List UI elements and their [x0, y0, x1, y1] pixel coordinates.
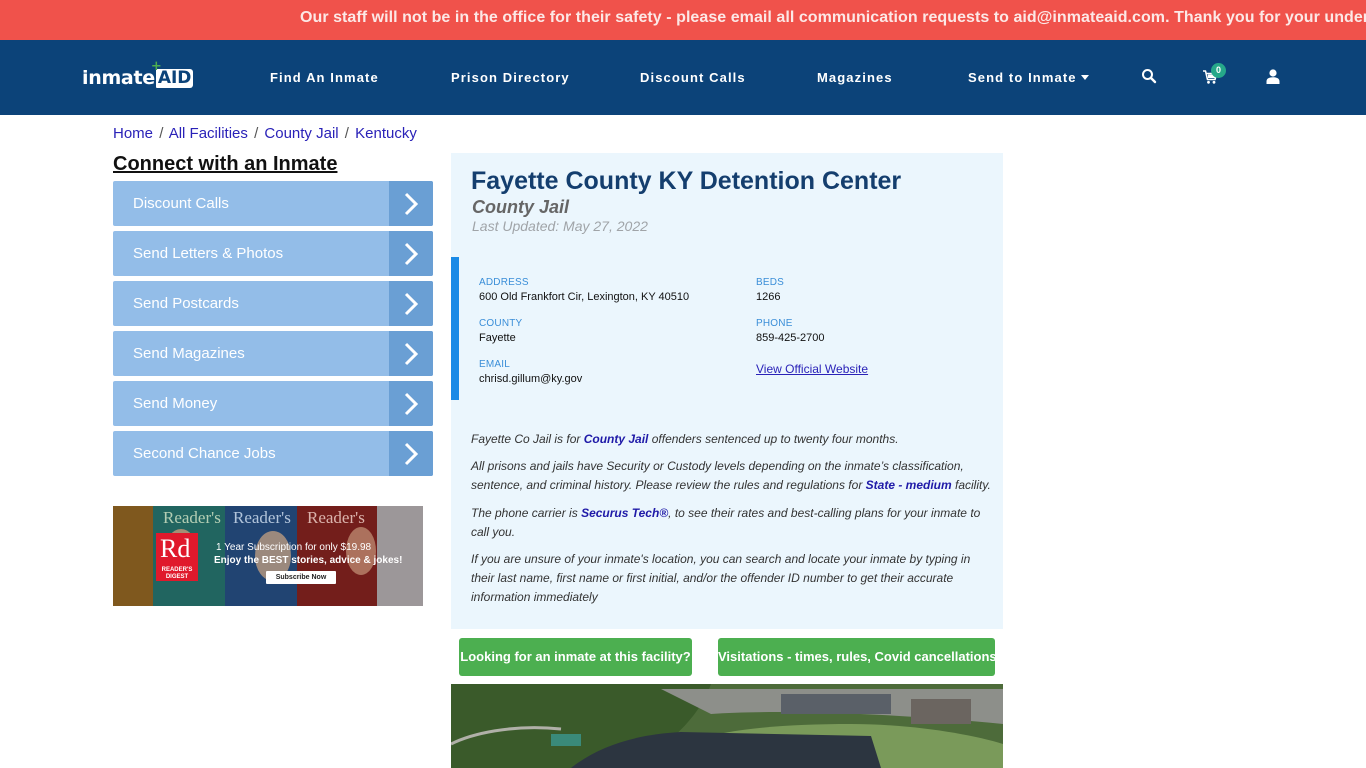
logo[interactable]: inmate + AID [82, 58, 194, 90]
ad-cover-title: Reader's [233, 508, 291, 527]
facility-aerial-photo [451, 684, 1003, 768]
logo-plus-icon: + [150, 58, 162, 74]
ad-subscribe-button[interactable]: Subscribe Now [266, 571, 336, 584]
breadcrumb-county-jail[interactable]: County Jail [264, 125, 338, 142]
chevron-right-icon [389, 281, 433, 326]
description-paragraph: Fayette Co Jail is for County Jail offen… [471, 432, 899, 446]
chevron-right-icon [389, 431, 433, 476]
sidebar-item-label: Discount Calls [133, 195, 229, 212]
sidebar-item-send-postcards[interactable]: Send Postcards [113, 281, 433, 326]
nav-send-to-inmate[interactable]: Send to Inmate [968, 70, 1089, 85]
description-paragraph: All prisons and jails have Security or C… [471, 459, 991, 492]
sidebar-item-second-chance-jobs[interactable]: Second Chance Jobs [113, 431, 433, 476]
email-label: EMAIL [479, 359, 511, 370]
cart-count-badge: 0 [1211, 63, 1226, 78]
breadcrumb-separator: / [159, 125, 164, 142]
connect-heading: Connect with an Inmate [113, 153, 338, 175]
chevron-right-icon [389, 231, 433, 276]
breadcrumb-separator: / [344, 125, 349, 142]
caret-down-icon [1080, 75, 1089, 81]
address-label: ADDRESS [479, 277, 529, 288]
search-icon[interactable] [1141, 68, 1159, 86]
logo-text-aid: + AID [150, 58, 194, 88]
nav-find-an-inmate[interactable]: Find An Inmate [270, 70, 379, 85]
user-icon[interactable] [1266, 69, 1284, 87]
facility-type: County Jail [472, 197, 570, 217]
ad-headline: 1 Year Subscription for only $19.98 [216, 542, 372, 553]
sidebar-item-label: Send Letters & Photos [133, 245, 284, 262]
security-level-link[interactable]: State - medium [866, 478, 952, 492]
nav-prison-directory[interactable]: Prison Directory [451, 70, 570, 85]
nav-discount-calls[interactable]: Discount Calls [640, 70, 746, 85]
beds-value: 1266 [756, 291, 781, 303]
address-value: 600 Old Frankfort Cir, Lexington, KY 405… [479, 291, 690, 303]
logo-text-inmate: inmate [82, 67, 155, 89]
breadcrumb-kentucky[interactable]: Kentucky [355, 125, 417, 142]
county-jail-link[interactable]: County Jail [584, 432, 649, 446]
sidebar-item-send-money[interactable]: Send Money [113, 381, 433, 426]
sidebar-item-send-magazines[interactable]: Send Magazines [113, 331, 433, 376]
facility-title: Fayette County KY Detention Center [471, 167, 902, 195]
sidebar-item-send-letters-photos[interactable]: Send Letters & Photos [113, 231, 433, 276]
sidebar-item-discount-calls[interactable]: Discount Calls [113, 181, 433, 226]
facility-card: Fayette County KY Detention Center Count… [451, 153, 1003, 629]
breadcrumb-separator: / [254, 125, 259, 142]
description-paragraph: If you are unsure of your inmate's locat… [471, 552, 971, 604]
ad-brand-logo: Rd [160, 534, 191, 563]
breadcrumb-home[interactable]: Home [113, 125, 153, 142]
phone-value: 859-425-2700 [756, 332, 825, 344]
breadcrumb: Home / All Facilities / County Jail / Ke… [113, 125, 417, 142]
email-value: chrisd.gillum@ky.gov [479, 373, 583, 385]
county-value: Fayette [479, 332, 516, 344]
chevron-right-icon [389, 381, 433, 426]
chevron-right-icon [389, 181, 433, 226]
phone-carrier-link[interactable]: Securus Tech® [581, 506, 668, 520]
readers-digest-ad[interactable]: Reader's Reader's Reader's Rd READER'S D… [113, 506, 423, 606]
official-website-link[interactable]: View Official Website [756, 362, 868, 376]
county-label: COUNTY [479, 318, 523, 329]
alert-message: Our staff will not be in the office for … [300, 9, 1366, 26]
ad-brand-name: READER'S DIGEST [161, 567, 193, 580]
chevron-right-icon [389, 331, 433, 376]
beds-label: BEDS [756, 277, 785, 288]
sidebar-item-label: Send Money [133, 395, 218, 412]
phone-label: PHONE [756, 318, 793, 329]
ad-cover-title: Reader's [163, 508, 221, 527]
breadcrumb-all-facilities[interactable]: All Facilities [169, 125, 248, 142]
alert-banner: Our staff will not be in the office for … [0, 0, 1366, 40]
ad-subheadline: Enjoy the BEST stories, advice & jokes! [214, 555, 403, 566]
facility-info-box: ADDRESS 600 Old Frankfort Cir, Lexington… [451, 257, 1003, 400]
sidebar-item-label: Second Chance Jobs [133, 445, 276, 462]
sidebar-item-label: Send Magazines [133, 345, 245, 362]
ad-cover-title: Reader's [307, 508, 365, 527]
visitations-button[interactable]: Visitations - times, rules, Covid cancel… [718, 638, 997, 676]
nav-magazines[interactable]: Magazines [817, 70, 893, 85]
connect-menu: Discount Calls Send Letters & Photos Sen… [113, 181, 433, 481]
description-paragraph: The phone carrier is Securus Tech®, to s… [471, 506, 981, 539]
find-inmate-at-facility-button[interactable]: Looking for an inmate at this facility? [459, 638, 692, 676]
last-updated: Last Updated: May 27, 2022 [472, 218, 648, 234]
sidebar-item-label: Send Postcards [133, 295, 239, 312]
top-navbar: inmate + AID Find An Inmate Prison Direct… [0, 40, 1366, 115]
